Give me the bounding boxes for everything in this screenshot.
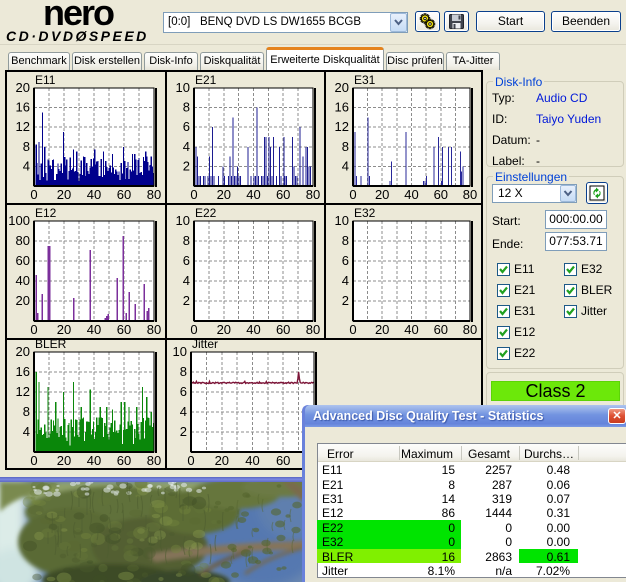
svg-text:80: 80 <box>463 187 477 202</box>
svg-text:Jitter: Jitter <box>192 340 218 351</box>
svg-text:20: 20 <box>16 293 30 308</box>
svg-text:2: 2 <box>342 293 349 308</box>
svg-text:80: 80 <box>147 322 161 337</box>
svg-text:60: 60 <box>276 187 290 202</box>
svg-text:20: 20 <box>335 80 349 95</box>
svg-text:20: 20 <box>57 453 71 468</box>
svg-text:6: 6 <box>183 119 190 134</box>
svg-text:16: 16 <box>16 100 30 115</box>
svg-text:12: 12 <box>16 119 30 134</box>
svg-text:E21: E21 <box>195 73 217 87</box>
svg-text:8: 8 <box>23 404 30 419</box>
svg-text:4: 4 <box>342 273 349 288</box>
svg-text:0: 0 <box>187 453 194 468</box>
svg-text:0: 0 <box>30 187 37 202</box>
svg-text:E12: E12 <box>35 206 57 220</box>
svg-text:40: 40 <box>87 453 101 468</box>
svg-text:20: 20 <box>217 187 231 202</box>
svg-text:16: 16 <box>16 364 30 379</box>
svg-text:60: 60 <box>276 453 290 468</box>
svg-text:4: 4 <box>23 424 30 439</box>
svg-text:0: 0 <box>30 322 37 337</box>
svg-text:2: 2 <box>183 293 190 308</box>
svg-text:60: 60 <box>117 187 131 202</box>
svg-text:60: 60 <box>434 187 448 202</box>
svg-text:6: 6 <box>183 253 190 268</box>
svg-text:16: 16 <box>335 100 349 115</box>
svg-text:8: 8 <box>23 139 30 154</box>
svg-text:0: 0 <box>349 322 356 337</box>
svg-text:40: 40 <box>245 453 259 468</box>
svg-text:80: 80 <box>306 187 320 202</box>
svg-text:12: 12 <box>335 119 349 134</box>
svg-text:E31: E31 <box>354 73 376 87</box>
svg-text:4: 4 <box>342 158 349 173</box>
svg-text:40: 40 <box>404 187 418 202</box>
svg-text:10: 10 <box>176 80 190 95</box>
svg-text:20: 20 <box>215 453 229 468</box>
svg-text:2: 2 <box>180 424 187 439</box>
svg-text:40: 40 <box>246 187 260 202</box>
svg-text:80: 80 <box>16 233 30 248</box>
svg-text:20: 20 <box>375 322 389 337</box>
svg-text:40: 40 <box>87 322 101 337</box>
svg-text:E32: E32 <box>354 206 376 220</box>
svg-text:40: 40 <box>404 322 418 337</box>
svg-text:8: 8 <box>342 233 349 248</box>
svg-text:20: 20 <box>16 344 30 359</box>
svg-text:60: 60 <box>16 253 30 268</box>
svg-text:40: 40 <box>16 273 30 288</box>
svg-text:8: 8 <box>183 100 190 115</box>
svg-text:4: 4 <box>23 158 30 173</box>
svg-text:60: 60 <box>276 322 290 337</box>
svg-text:20: 20 <box>57 322 71 337</box>
svg-text:60: 60 <box>117 453 131 468</box>
svg-text:20: 20 <box>375 187 389 202</box>
svg-text:0: 0 <box>30 453 37 468</box>
svg-text:8: 8 <box>180 364 187 379</box>
svg-text:2: 2 <box>183 158 190 173</box>
svg-text:6: 6 <box>180 384 187 399</box>
svg-text:BLER: BLER <box>35 340 67 351</box>
svg-text:0: 0 <box>190 187 197 202</box>
svg-text:40: 40 <box>246 322 260 337</box>
svg-text:12: 12 <box>16 384 30 399</box>
svg-text:E11: E11 <box>35 73 56 87</box>
svg-text:8: 8 <box>183 233 190 248</box>
svg-text:80: 80 <box>147 453 161 468</box>
svg-text:10: 10 <box>173 344 187 359</box>
svg-text:4: 4 <box>180 404 187 419</box>
svg-text:80: 80 <box>306 322 320 337</box>
svg-text:80: 80 <box>147 187 161 202</box>
svg-text:10: 10 <box>176 213 190 228</box>
svg-text:60: 60 <box>117 322 131 337</box>
svg-text:0: 0 <box>349 187 356 202</box>
svg-text:20: 20 <box>57 187 71 202</box>
svg-text:20: 20 <box>16 80 30 95</box>
svg-text:80: 80 <box>463 322 477 337</box>
svg-text:E22: E22 <box>195 206 217 220</box>
svg-text:40: 40 <box>87 187 101 202</box>
svg-text:60: 60 <box>434 322 448 337</box>
svg-text:4: 4 <box>183 139 190 154</box>
svg-text:4: 4 <box>183 273 190 288</box>
svg-text:20: 20 <box>217 322 231 337</box>
svg-text:10: 10 <box>335 213 349 228</box>
svg-text:8: 8 <box>342 139 349 154</box>
svg-text:6: 6 <box>342 253 349 268</box>
svg-text:0: 0 <box>190 322 197 337</box>
svg-text:100: 100 <box>8 213 30 228</box>
